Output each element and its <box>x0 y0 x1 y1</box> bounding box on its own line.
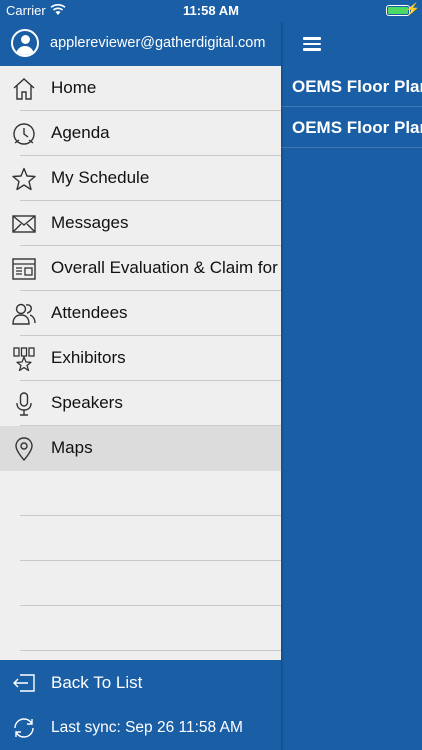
exhibitors-icon <box>13 347 35 372</box>
empty-row <box>0 516 281 561</box>
menu-item-maps[interactable]: Maps <box>0 426 281 471</box>
menu-item-agenda[interactable]: Agenda <box>0 111 281 156</box>
menu-item-label: Agenda <box>51 123 110 142</box>
menu-item-attendees[interactable]: Attendees <box>0 291 281 336</box>
menu-item-messages[interactable]: Messages <box>0 201 281 246</box>
back-to-list-button[interactable]: Back To List <box>0 660 281 705</box>
menu-item-speakers[interactable]: Speakers <box>0 381 281 426</box>
drawer-shadow <box>281 0 284 750</box>
hamburger-line <box>303 48 321 51</box>
list-item[interactable]: OEMS Floor Plan <box>281 107 422 148</box>
menu-item-label: Messages <box>51 213 129 232</box>
drawer-footer: Back To List Last sync: Sep 26 11:58 AM <box>0 660 281 750</box>
back-arrow-icon <box>13 674 35 692</box>
drawer-menu: Home Agenda My Schedule Messages Overall… <box>0 66 281 651</box>
menu-item-label: Maps <box>51 438 93 457</box>
empty-row <box>0 606 281 651</box>
empty-row <box>0 471 281 516</box>
charging-icon: ⚡ <box>405 2 420 16</box>
list-item[interactable]: OEMS Floor Plan <box>281 66 422 107</box>
menu-item-home[interactable]: Home <box>0 66 281 111</box>
user-avatar-icon[interactable] <box>11 29 39 57</box>
menu-item-label: Overall Evaluation & Claim for <box>51 258 278 277</box>
sync-row[interactable]: Last sync: Sep 26 11:58 AM <box>0 705 281 750</box>
menu-item-label: My Schedule <box>51 168 150 187</box>
menu-item-label: Exhibitors <box>51 348 126 367</box>
nav-bar <box>281 22 422 66</box>
list-item-title: OEMS Floor Plan <box>292 77 422 96</box>
menu-item-my-schedule[interactable]: My Schedule <box>0 156 281 201</box>
hamburger-line <box>303 37 321 40</box>
status-bar: Carrier 11:58 AM ⚡ <box>0 0 422 22</box>
back-to-list-label: Back To List <box>51 673 143 692</box>
menu-item-label: Speakers <box>51 393 123 412</box>
menu-item-label: Attendees <box>51 303 128 322</box>
envelope-icon <box>12 215 36 233</box>
main-content: OEMS Floor Plan OEMS Floor Plan <box>281 0 422 750</box>
map-pin-icon <box>15 437 33 462</box>
empty-row <box>0 561 281 606</box>
home-icon <box>13 78 35 100</box>
menu-item-label: Home <box>51 78 97 97</box>
user-email[interactable]: applereviewer@gatherdigital.com <box>50 35 265 51</box>
menu-item-overall-evaluation[interactable]: Overall Evaluation & Claim for <box>0 246 281 291</box>
form-icon <box>12 258 36 280</box>
side-drawer: applereviewer@gatherdigital.com Home Age… <box>0 0 281 750</box>
clock-icon <box>13 123 35 145</box>
clock-time: 11:58 AM <box>183 3 239 18</box>
hamburger-menu-icon[interactable] <box>303 37 321 51</box>
list-item-title: OEMS Floor Plan <box>292 118 422 137</box>
refresh-icon <box>14 718 34 738</box>
menu-item-exhibitors[interactable]: Exhibitors <box>0 336 281 381</box>
maps-list: OEMS Floor Plan OEMS Floor Plan <box>281 66 422 148</box>
hamburger-line <box>303 42 321 45</box>
avatar-head <box>21 35 30 44</box>
last-sync-text: Last sync: Sep 26 11:58 AM <box>51 719 243 736</box>
people-icon <box>12 303 36 325</box>
avatar-torso <box>16 46 34 55</box>
microphone-icon <box>16 392 32 416</box>
star-icon <box>12 167 36 191</box>
